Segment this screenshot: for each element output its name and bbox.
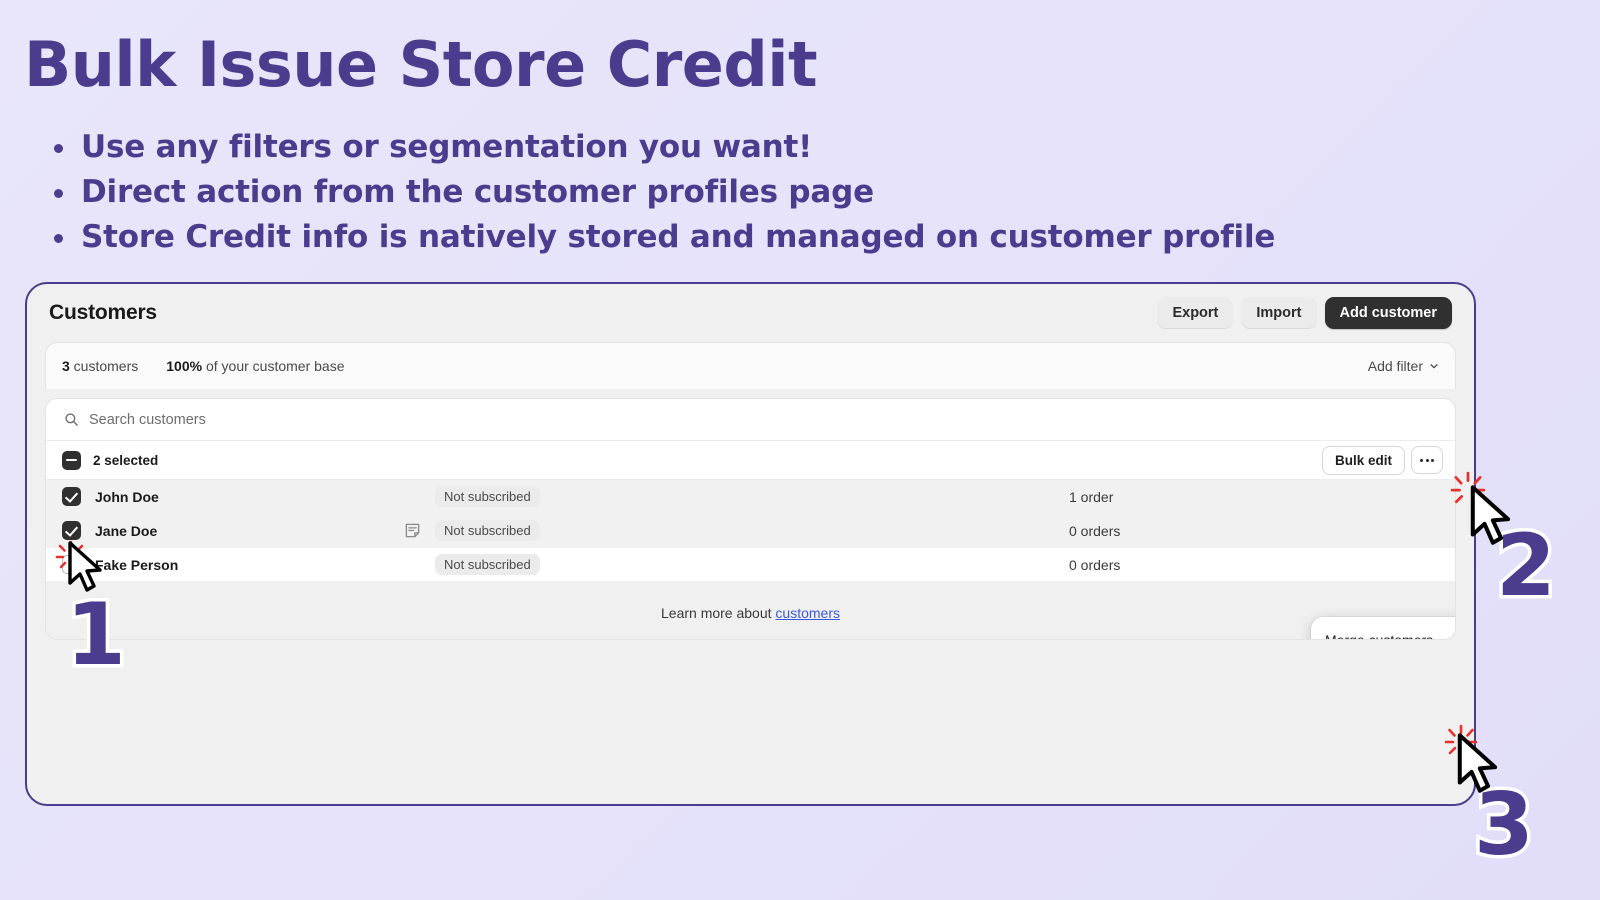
page-title: Bulk Issue Store Credit [24,28,818,101]
add-customer-button[interactable]: Add customer [1324,297,1452,329]
subscription-status-badge: Not subscribed [435,520,540,541]
customers-screenshot-card: Customers Export Import Add customer 3 c… [25,282,1476,806]
export-button[interactable]: Export [1157,297,1234,329]
row-checkbox[interactable] [62,555,81,574]
row-checkbox[interactable] [62,521,81,540]
list-item: Use any filters or segmentation you want… [48,132,1275,163]
bulk-actions: Bulk edit [1321,445,1443,475]
customer-count-suffix: customers [69,358,139,374]
chevron-down-icon [1430,364,1438,369]
dot [1425,458,1429,462]
select-all-checkbox[interactable] [62,450,81,470]
step-number-2: 2 [1493,516,1560,616]
order-count: 1 order [1069,488,1114,505]
dot [1420,458,1423,462]
customers-table-panel: 2 selected Bulk edit John Doe Not subscr… [45,398,1456,640]
selected-count-label: 2 selected [93,452,159,468]
learn-more-prefix: Learn more about [661,605,776,621]
subscription-status-badge: Not subscribed [435,486,540,507]
table-row[interactable]: Fake Person Not subscribed 0 orders [46,548,1455,582]
customer-base-percent-suffix: of your customer base [202,358,345,374]
customer-name: Jane Doe [95,522,158,539]
feature-bullet-list: Use any filters or segmentation you want… [48,132,1275,267]
bulk-actions-menu: Merge customers Add tags Remove tags Add… [1311,617,1455,640]
table-row[interactable]: John Doe Not subscribed 1 order [46,480,1455,514]
customers-doc-link[interactable]: customers [775,605,840,621]
card-header: Customers Export Import Add customer [27,284,1474,338]
bulk-edit-button[interactable]: Bulk edit [1321,445,1405,475]
row-checkbox[interactable] [62,487,81,506]
list-item: Direct action from the customer profiles… [48,177,1275,208]
customer-count-value: 3 [62,358,70,374]
dot [1431,458,1434,462]
customer-base-percent: 100% of your customer base [166,358,344,374]
menu-item-merge-customers[interactable]: Merge customers [1311,623,1455,640]
note-icon-slot [395,522,429,539]
page-heading: Customers [49,301,157,324]
customer-name: John Doe [95,488,159,505]
step-number-3: 3 [1471,775,1538,875]
note-icon [405,523,419,538]
filter-strip: 3 customers 100% of your customer base A… [45,342,1456,389]
search-icon [65,413,78,426]
subscription-status-badge: Not subscribed [435,554,540,575]
customer-count: 3 customers [62,358,138,374]
add-filter-button[interactable]: Add filter [1368,358,1439,374]
import-button[interactable]: Import [1241,297,1317,329]
search-input[interactable] [89,411,489,428]
more-actions-button[interactable] [1411,446,1443,474]
table-row[interactable]: Jane Doe Not subscribed 0 orders [46,514,1455,548]
menu-item-label: Merge customers [1325,632,1434,640]
list-item: Store Credit info is natively stored and… [48,222,1275,253]
customer-base-percent-value: 100% [166,358,203,374]
bulk-selection-bar: 2 selected Bulk edit [46,441,1455,480]
add-filter-label: Add filter [1367,358,1423,374]
customer-name: Fake Person [95,556,179,573]
header-actions: Export Import Add customer [1157,297,1452,329]
step-number-1: 1 [63,585,130,685]
order-count: 0 orders [1069,522,1121,539]
learn-more-text: Learn more about customers [46,582,1455,639]
order-count: 0 orders [1069,556,1121,573]
search-row [46,399,1455,441]
